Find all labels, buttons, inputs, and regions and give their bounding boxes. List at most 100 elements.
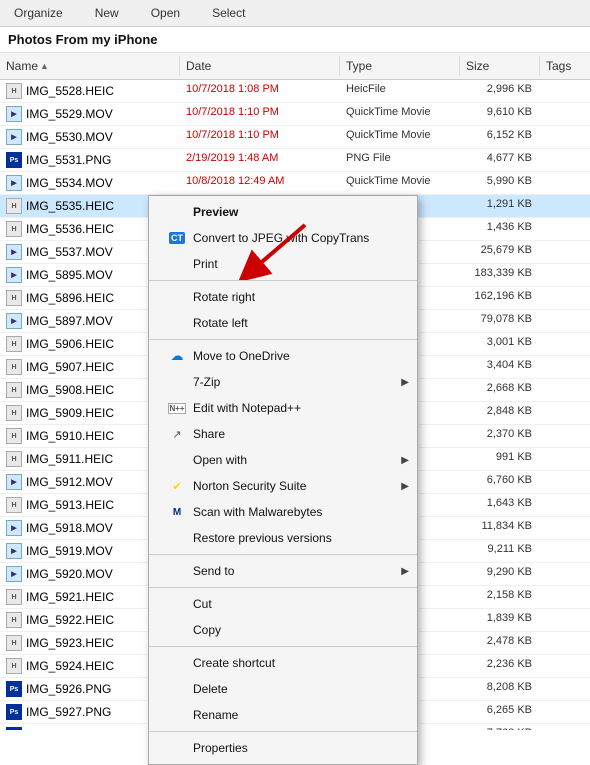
file-name: IMG_5895.MOV: [26, 268, 113, 282]
file-type-icon: H: [6, 405, 22, 421]
ctx-icon: ✔: [169, 478, 185, 494]
submenu-arrow-icon: ▶: [401, 455, 409, 466]
ctx-icon: N++: [169, 400, 185, 416]
ctx-item-restore[interactable]: Restore previous versions: [149, 525, 417, 551]
ctx-separator: [149, 587, 417, 588]
ctx-item-notepad[interactable]: N++ Edit with Notepad++: [149, 395, 417, 421]
ctx-item-properties[interactable]: Properties: [149, 735, 417, 761]
file-type-icon: H: [6, 451, 22, 467]
file-tags: [540, 725, 590, 730]
ctx-item-print[interactable]: Print: [149, 251, 417, 277]
ctx-item-label: Restore previous versions: [193, 531, 397, 545]
ctx-icon: [169, 655, 185, 671]
file-name: IMG_5920.MOV: [26, 567, 113, 581]
table-row[interactable]: ▶ IMG_5529.MOV 10/7/2018 1:10 PM QuickTi…: [0, 103, 590, 126]
ctx-separator: [149, 731, 417, 732]
file-name: IMG_5535.HEIC: [26, 199, 114, 213]
file-type-icon: H: [6, 589, 22, 605]
file-size: 4,677 KB: [460, 150, 540, 170]
table-row[interactable]: ▶ IMG_5530.MOV 10/7/2018 1:10 PM QuickTi…: [0, 126, 590, 149]
col-date[interactable]: Date: [180, 56, 340, 76]
table-row[interactable]: ▶ IMG_5534.MOV 10/8/2018 12:49 AM QuickT…: [0, 172, 590, 195]
col-name[interactable]: Name ▲: [0, 56, 180, 76]
ctx-item-label: Rotate right: [193, 290, 397, 304]
ctx-item-rename[interactable]: Rename: [149, 702, 417, 728]
ctx-item-shortcut[interactable]: Create shortcut: [149, 650, 417, 676]
ctx-item-norton[interactable]: ✔ Norton Security Suite ▶: [149, 473, 417, 499]
file-name: IMG_5921.HEIC: [26, 590, 114, 604]
ctx-item-copy[interactable]: Copy: [149, 617, 417, 643]
file-tags: [540, 127, 590, 147]
file-size: 3,404 KB: [460, 357, 540, 377]
file-name: IMG_5911.HEIC: [26, 452, 113, 466]
ctx-item-cut[interactable]: Cut: [149, 591, 417, 617]
file-tags: [540, 679, 590, 699]
file-size: 1,436 KB: [460, 219, 540, 239]
file-type-icon: H: [6, 221, 22, 237]
file-size: 2,370 KB: [460, 426, 540, 446]
file-type: QuickTime Movie: [340, 104, 460, 124]
ctx-item-share[interactable]: ↗ Share: [149, 421, 417, 447]
file-type-icon: ▶: [6, 566, 22, 582]
organize-button[interactable]: Organize: [8, 4, 69, 22]
file-name: IMG_5918.MOV: [26, 521, 113, 535]
file-tags: [540, 518, 590, 538]
file-name: IMG_5913.HEIC: [26, 498, 114, 512]
file-name: IMG_5531.PNG: [26, 153, 111, 167]
file-tags: [540, 311, 590, 331]
file-size: 2,848 KB: [460, 403, 540, 423]
file-size: 2,158 KB: [460, 587, 540, 607]
ctx-item-label: Share: [193, 427, 397, 441]
file-name: IMG_5922.HEIC: [26, 613, 114, 627]
file-tags: [540, 380, 590, 400]
file-type-icon: H: [6, 198, 22, 214]
col-tags-label: Tags: [546, 59, 571, 73]
select-button[interactable]: Select: [206, 4, 251, 22]
ctx-icon: [169, 452, 185, 468]
ctx-item-label: Preview: [193, 205, 397, 219]
ctx-item-label: Convert to JPEG with CopyTrans: [193, 231, 397, 245]
new-button[interactable]: New: [89, 4, 125, 22]
table-row[interactable]: H IMG_5528.HEIC 10/7/2018 1:08 PM HeicFi…: [0, 80, 590, 103]
ctx-item-onedrive[interactable]: ☁ Move to OneDrive: [149, 343, 417, 369]
col-tags[interactable]: Tags: [540, 56, 590, 76]
ctx-item-preview[interactable]: Preview: [149, 199, 417, 225]
file-date: 10/7/2018 1:10 PM: [180, 104, 340, 124]
submenu-arrow-icon: ▶: [401, 566, 409, 577]
file-tags: [540, 449, 590, 469]
ctx-icon: [169, 596, 185, 612]
table-row[interactable]: Ps IMG_5531.PNG 2/19/2019 1:48 AM PNG Fi…: [0, 149, 590, 172]
file-name: IMG_5528.HEIC: [26, 84, 114, 98]
ctx-item-label: Scan with Malwarebytes: [193, 505, 397, 519]
ctx-item-send-to[interactable]: Send to ▶: [149, 558, 417, 584]
ctx-icon: ☁: [169, 348, 185, 364]
file-size: 9,610 KB: [460, 104, 540, 124]
file-size: 6,152 KB: [460, 127, 540, 147]
col-type-label: Type: [346, 59, 372, 73]
col-type[interactable]: Type: [340, 56, 460, 76]
file-name: IMG_5909.HEIC: [26, 406, 114, 420]
ctx-item-delete[interactable]: Delete: [149, 676, 417, 702]
file-size: 1,291 KB: [460, 196, 540, 216]
ctx-item-rotate-left[interactable]: Rotate left: [149, 310, 417, 336]
col-name-label: Name: [6, 59, 38, 73]
file-date: 10/7/2018 1:08 PM: [180, 81, 340, 101]
file-size: 162,196 KB: [460, 288, 540, 308]
ctx-item-7zip[interactable]: 7-Zip ▶: [149, 369, 417, 395]
file-tags: [540, 702, 590, 722]
file-size: 6,760 KB: [460, 472, 540, 492]
file-tags: [540, 472, 590, 492]
file-name: IMG_5910.HEIC: [26, 429, 114, 443]
ctx-item-open-with[interactable]: Open with ▶: [149, 447, 417, 473]
file-tags: [540, 173, 590, 193]
file-type-icon: Ps: [6, 727, 22, 730]
file-tags: [540, 242, 590, 262]
ctx-item-rotate-right[interactable]: Rotate right: [149, 284, 417, 310]
col-size[interactable]: Size: [460, 56, 540, 76]
ctx-icon: [169, 256, 185, 272]
file-size: 2,996 KB: [460, 81, 540, 101]
file-name: IMG_5923.HEIC: [26, 636, 114, 650]
ctx-item-malwarebytes[interactable]: M Scan with Malwarebytes: [149, 499, 417, 525]
ctx-item-convert[interactable]: CT Convert to JPEG with CopyTrans: [149, 225, 417, 251]
open-button[interactable]: Open: [145, 4, 186, 22]
